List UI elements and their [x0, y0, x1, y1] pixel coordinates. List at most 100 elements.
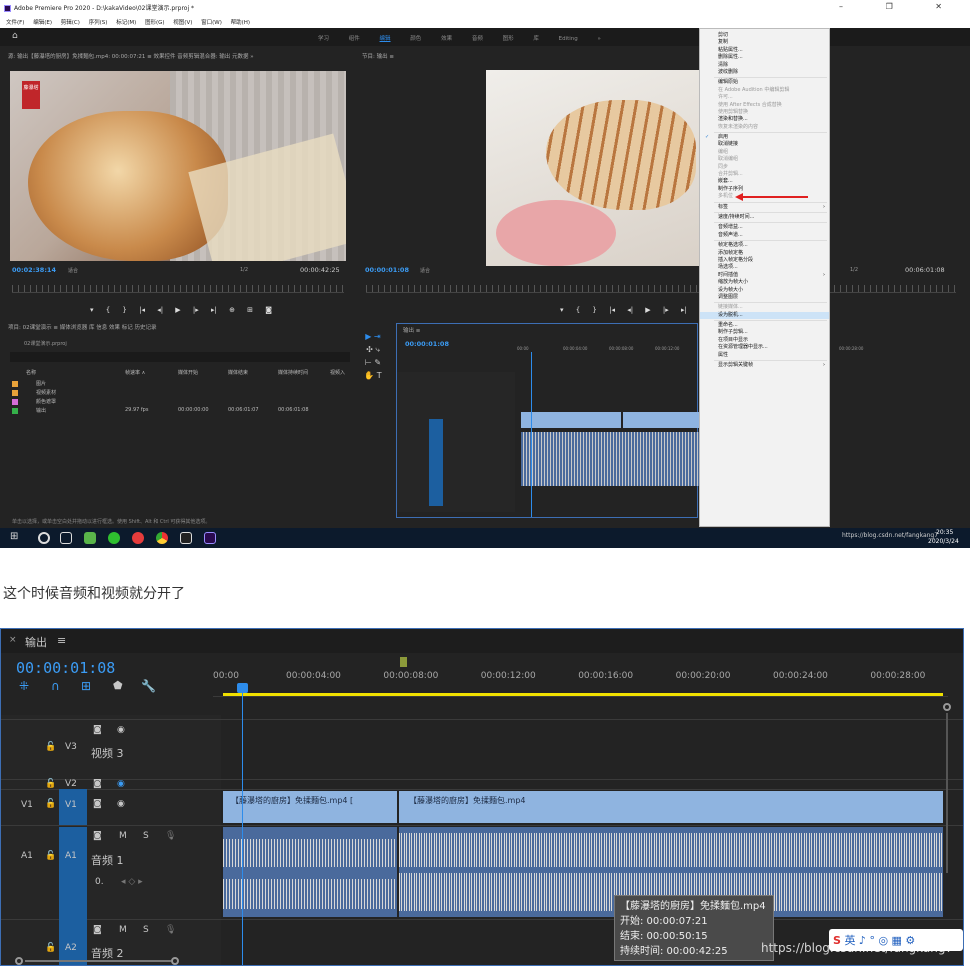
program-fit[interactable]: 适合 [420, 267, 430, 274]
program-timecode[interactable]: 00:00:01:08 [365, 266, 409, 274]
menu-file[interactable]: 文件(F) [6, 20, 24, 26]
horizontal-scrollbar[interactable] [1, 957, 963, 965]
context-menu-item[interactable]: 制作子剪辑... [700, 329, 829, 336]
context-menu-item[interactable]: 调整图层 [700, 294, 829, 301]
lock-icon[interactable]: 🔓 [45, 742, 56, 752]
mini-audio-clip[interactable] [521, 432, 699, 486]
menu-clip[interactable]: 剪辑(C) [61, 20, 80, 26]
label-color-swatch[interactable] [12, 381, 18, 387]
voiceover-icon[interactable]: ◙ [93, 925, 102, 935]
solo-button[interactable]: S [143, 831, 149, 841]
mini-video-clip-2[interactable] [623, 412, 699, 428]
context-menu-item[interactable]: 删除属性... [700, 54, 829, 61]
mini-video-clip-1[interactable] [521, 412, 621, 428]
source-timecode[interactable]: 00:02:38:14 [12, 266, 56, 274]
source-panel-tabs[interactable]: 源: 输出【藤瀑塔的厨房】免揉麵包.mp4: 00:00:07:21 ≡ 效果控… [8, 52, 353, 64]
label-color-swatch[interactable] [12, 390, 18, 396]
source-fit[interactable]: 适合 [68, 267, 78, 274]
snap-icon[interactable]: ⁜ [19, 679, 29, 693]
in-point-marker[interactable] [400, 657, 407, 667]
col-start[interactable]: 媒体开始 [178, 369, 198, 376]
menu-help[interactable]: 帮助(H) [231, 20, 250, 26]
context-menu-item[interactable]: 时间插值 [700, 272, 829, 280]
playhead-handle[interactable] [237, 683, 248, 693]
context-menu-item[interactable]: 场选项... [700, 264, 829, 271]
source-patch-a1[interactable]: A1 [21, 851, 33, 861]
wechat-icon[interactable] [108, 532, 120, 544]
menu-marker[interactable]: 标记(M) [116, 20, 136, 26]
context-menu-item[interactable]: 缩放为帧大小 [700, 279, 829, 286]
timeline-timecode[interactable]: 00:00:01:08 [16, 659, 115, 677]
microphone-icon[interactable]: 🎙 [165, 925, 176, 935]
project-item-row[interactable]: 视频素材 [10, 389, 350, 398]
mini-playhead[interactable] [531, 352, 532, 517]
context-menu-item[interactable]: 帧定格选项... [700, 242, 829, 249]
slip-tool-icon[interactable]: ⊢ ✎ [358, 356, 388, 369]
workspace-tab[interactable]: 图形 [503, 36, 514, 42]
context-menu-item[interactable]: 编辑原始 [700, 79, 829, 86]
camera-icon[interactable]: ◙ [93, 799, 102, 809]
project-search-input[interactable] [10, 352, 350, 362]
menu-graphics[interactable]: 图形(G) [145, 20, 165, 26]
track-name-a1[interactable]: 音频 1 [91, 852, 124, 868]
app-icon[interactable] [180, 532, 192, 544]
task-view-icon[interactable] [60, 532, 72, 544]
mini-timeline-timecode[interactable]: 00:00:01:08 [405, 340, 449, 348]
context-menu-item[interactable]: 取消链接 [700, 141, 829, 148]
workspace-more[interactable]: » [598, 36, 601, 42]
microphone-icon[interactable]: 🎙 [165, 831, 176, 841]
selection-tool-icon[interactable]: ▶ ⇥ [358, 330, 388, 343]
camera-icon[interactable]: ◙ [93, 779, 102, 789]
lock-icon[interactable]: 🔓 [45, 779, 56, 789]
workspace-tab-active[interactable]: 编辑 [380, 36, 391, 42]
mute-button[interactable]: M [119, 925, 127, 935]
context-menu-item[interactable]: 速度/持续时间... [700, 214, 829, 221]
source-zoom[interactable]: 1/2 [240, 267, 248, 273]
col-duration[interactable]: 媒体持续时间 [278, 369, 308, 376]
insert-sequence-icon[interactable]: ⊞ [81, 679, 91, 693]
workspace-tab[interactable]: 学习 [318, 36, 329, 42]
eye-hidden-icon[interactable]: ◉ [117, 779, 125, 789]
context-menu-item[interactable]: 显示剪辑关键帧 [700, 362, 829, 370]
work-area-bar[interactable] [223, 693, 943, 696]
source-patch-v1[interactable]: V1 [21, 800, 33, 810]
menu-edit[interactable]: 编辑(E) [33, 20, 52, 26]
ripple-tool-icon[interactable]: ✣ ⤷ [358, 343, 388, 356]
context-menu-item[interactable]: 属性 [700, 352, 829, 359]
context-menu-item[interactable]: 复制 [700, 39, 829, 46]
workspace-tab[interactable]: 效果 [441, 36, 452, 42]
lock-icon[interactable]: 🔓 [45, 799, 56, 809]
marker-icon[interactable]: ⬟ [113, 679, 123, 692]
workspace-tab[interactable]: Editing [559, 36, 578, 42]
col-fps[interactable]: 帧速率 ∧ [125, 369, 145, 376]
app-icon[interactable] [132, 532, 144, 544]
context-menu-item[interactable]: 标签 [700, 204, 829, 212]
eye-icon[interactable]: ◉ [117, 725, 125, 735]
program-zoom[interactable]: 1/2 [850, 267, 858, 273]
mini-target-tracks[interactable] [429, 419, 443, 506]
context-menu-item[interactable]: 音频增益... [700, 224, 829, 231]
context-menu-item[interactable]: 设为脱机... [700, 311, 829, 320]
menu-sequence[interactable]: 序列(S) [89, 20, 108, 26]
chrome-icon[interactable] [156, 532, 168, 544]
mute-button[interactable]: M [119, 831, 127, 841]
scroll-handle[interactable] [943, 703, 951, 711]
hand-tool-icon[interactable]: ✋ T [358, 369, 388, 382]
menu-view[interactable]: 视图(V) [173, 20, 192, 26]
lock-icon[interactable]: 🔓 [45, 943, 56, 953]
col-end[interactable]: 媒体结束 [228, 369, 248, 376]
context-menu-item[interactable]: 渲染和替换... [700, 116, 829, 123]
audio-clip-1[interactable] [223, 827, 397, 917]
project-item-row[interactable]: 颜色遮罩 [10, 398, 350, 407]
app-icon[interactable] [84, 532, 96, 544]
track-name-v3[interactable]: 视频 3 [91, 745, 124, 761]
mini-timeline-tab[interactable]: 输出 ≡ [403, 326, 420, 338]
workspace-tab[interactable]: 组件 [349, 36, 360, 42]
context-menu-item[interactable]: 在资源管理器中显示... [700, 344, 829, 351]
workspace-tab[interactable]: 库 [533, 36, 539, 42]
close-icon[interactable]: × [9, 635, 17, 645]
workspace-tab[interactable]: 颜色 [410, 36, 421, 42]
search-icon[interactable] [38, 532, 50, 544]
context-menu-item[interactable]: 添加帧定格 [700, 250, 829, 257]
label-color-swatch[interactable] [12, 408, 18, 414]
